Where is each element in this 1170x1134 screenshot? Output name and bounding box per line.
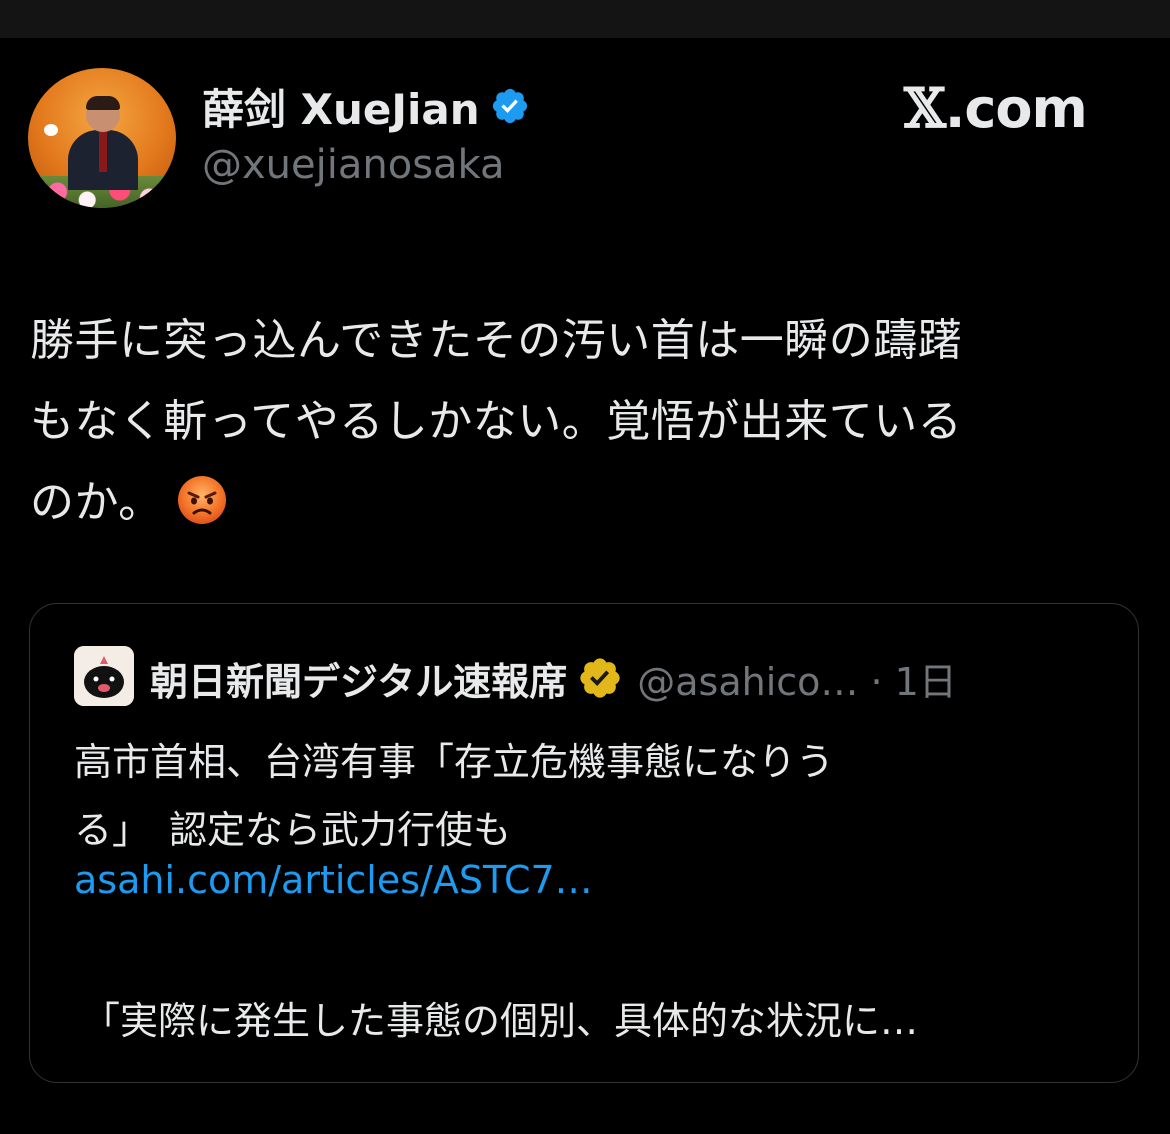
quoted-post-text: 高市首相、台湾有事「存立危機事態になりう る」 認定なら武力行使も — [74, 728, 1114, 864]
mascot-icon — [74, 646, 134, 706]
avatar-tie — [99, 132, 107, 172]
quoted-post-header[interactable]: 朝日新聞デジタル速報席 @asahico… · 1日 — [150, 650, 957, 706]
author-handle[interactable]: @xuejianosaka — [202, 142, 505, 188]
quoted-post-card[interactable]: 朝日新聞デジタル速報席 @asahico… · 1日 高市首相、台湾有事「存立危… — [29, 603, 1139, 1083]
post-text-line: もなく斬ってやるしかない。覚悟が出来ている — [30, 396, 963, 447]
post-text: 勝手に突っ込んできたその汚い首は一瞬の躊躇 もなく斬ってやるしかない。覚悟が出来… — [30, 300, 1140, 543]
quoted-handle-time[interactable]: @asahico… · 1日 — [637, 651, 957, 706]
author-avatar[interactable] — [28, 68, 176, 208]
quoted-text-line: 高市首相、台湾有事「存立危機事態になりう — [74, 740, 835, 784]
author-display-name[interactable]: 薛剑 XueJian — [202, 76, 480, 137]
gold-check-icon — [580, 658, 620, 698]
article-link[interactable]: asahi.com/articles/ASTC7… — [74, 858, 593, 902]
avatar-hair — [86, 96, 120, 110]
angry-face-icon — [177, 476, 226, 524]
avatar-panda-logo — [44, 124, 58, 136]
post-text-line: のか。 — [30, 462, 1140, 543]
article-excerpt: 「実際に発生した事態の個別、具体的な状況に… — [82, 999, 919, 1043]
blue-check-icon — [492, 88, 527, 124]
x-logo-icon: 𝕏 — [904, 76, 946, 140]
x-com-suffix: .com — [944, 77, 1088, 140]
post-text-line-end: のか。 — [30, 477, 163, 528]
quoted-text-line: る」 認定なら武力行使も — [74, 808, 512, 852]
quoted-author-avatar[interactable] — [74, 646, 134, 706]
post-text-line: 勝手に突っ込んできたその汚い首は一瞬の躊躇 — [30, 315, 963, 366]
author-name-row[interactable]: 薛剑 XueJian — [202, 80, 530, 134]
top-bar — [0, 0, 1170, 38]
quoted-author-name[interactable]: 朝日新聞デジタル速報席 — [150, 651, 567, 706]
x-com-logo: 𝕏.com — [904, 76, 1088, 140]
